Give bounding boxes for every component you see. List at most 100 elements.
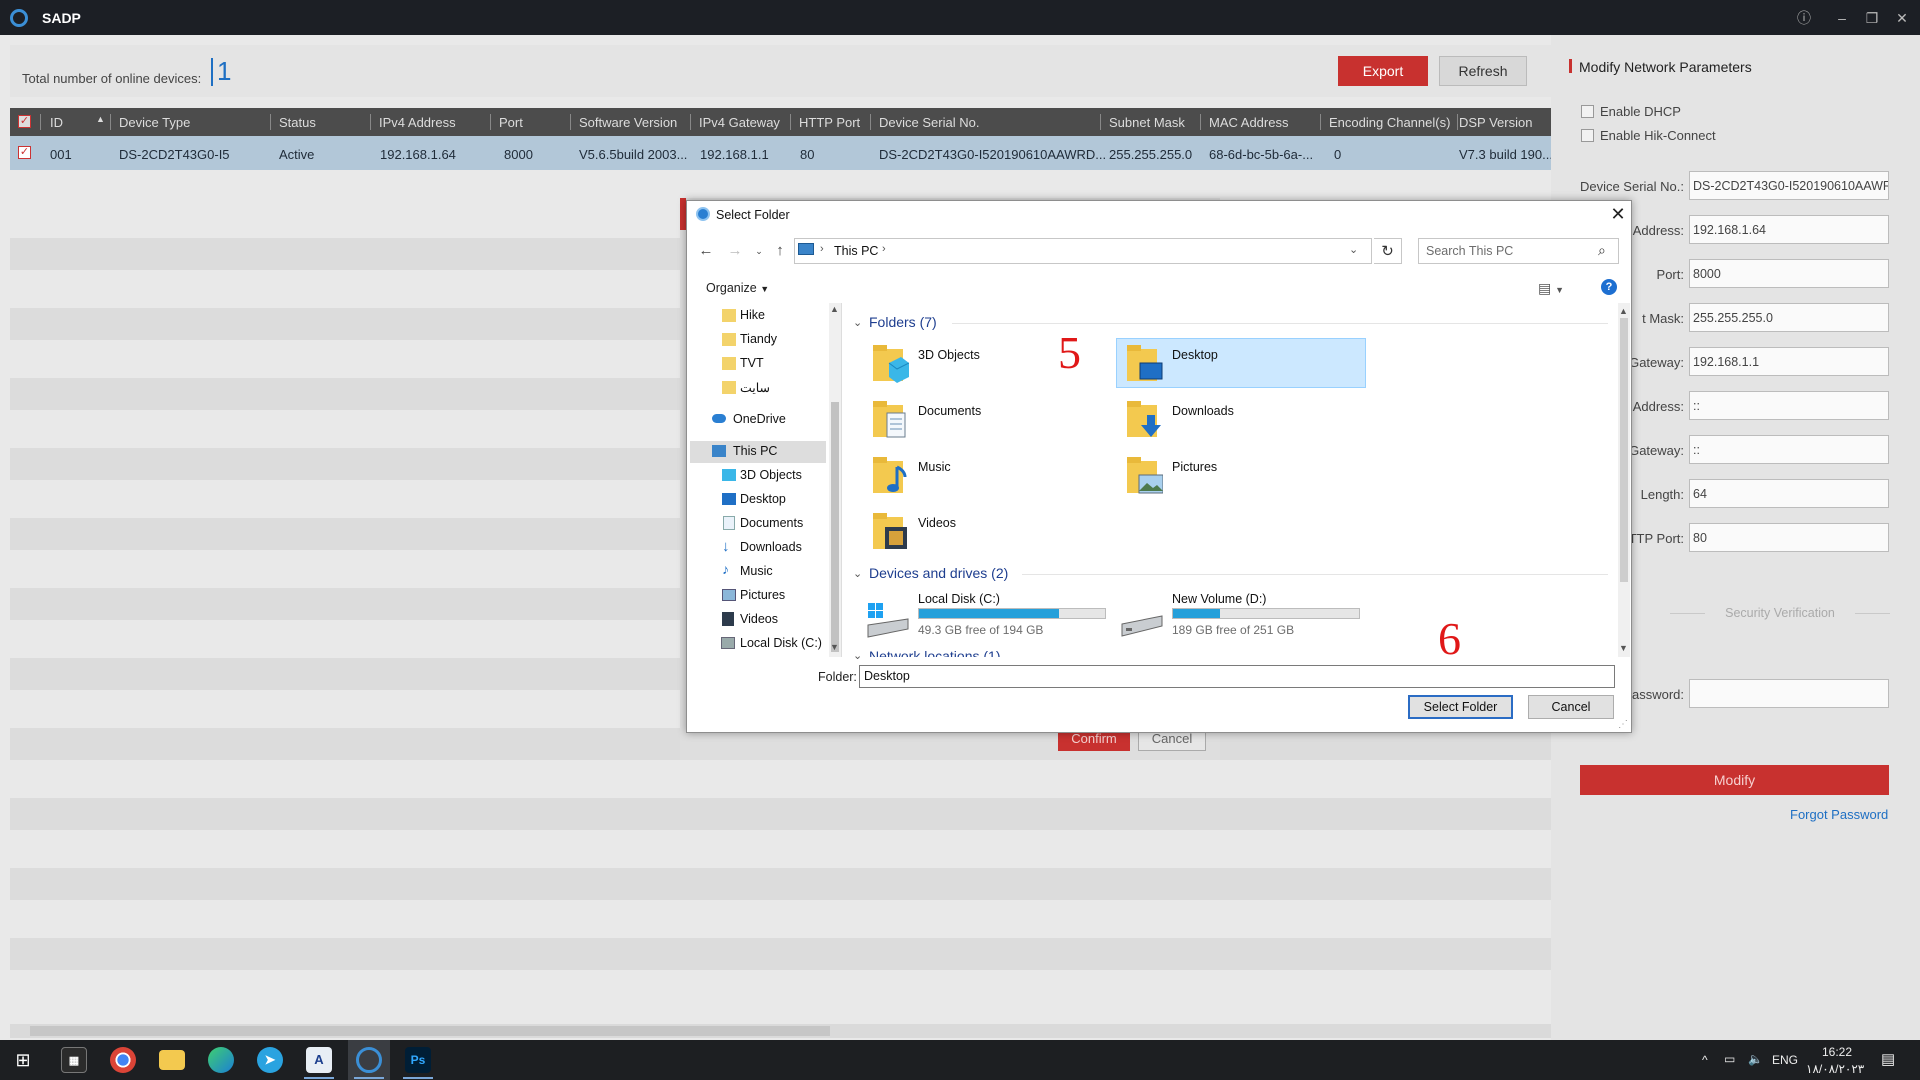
notifications-icon[interactable]: ▤ — [1881, 1050, 1895, 1068]
row-checkbox[interactable]: ✓ — [18, 146, 31, 159]
folder-documents[interactable]: Documents — [918, 404, 981, 418]
col-id[interactable]: ID — [50, 115, 63, 130]
table-row[interactable]: ✓ 001 DS-2CD2T43G0-I5 Active 192.168.1.6… — [10, 136, 1553, 170]
folder-3d-objects[interactable]: 3D Objects — [918, 348, 980, 362]
folder-name-input[interactable]: Desktop — [859, 665, 1615, 688]
port-field[interactable]: 8000 — [1689, 259, 1889, 288]
drive-c-name[interactable]: Local Disk (C:) — [918, 592, 1000, 606]
nav-item-tiandy[interactable]: Tiandy — [740, 332, 777, 346]
breadcrumb-chevron-icon[interactable]: › — [882, 243, 886, 255]
subnet-mask-field[interactable]: 255.255.255.0 — [1689, 303, 1889, 332]
nav-item-downloads[interactable]: Downloads — [740, 540, 802, 554]
chrome-icon[interactable] — [110, 1047, 136, 1073]
col-status[interactable]: Status — [279, 115, 316, 130]
close-app-icon[interactable]: ✕ — [1892, 8, 1912, 28]
minimize-icon[interactable]: – — [1832, 8, 1852, 28]
nav-item-tvt[interactable]: TVT — [740, 356, 764, 370]
nav-item-site[interactable]: سایت — [740, 380, 770, 395]
col-http-port[interactable]: HTTP Port — [799, 115, 860, 130]
nav-item-music[interactable]: Music — [740, 564, 773, 578]
tray-chevron-icon[interactable]: ^ — [1702, 1053, 1708, 1067]
select-all-checkbox[interactable]: ✓ — [18, 115, 31, 128]
scrollbar-thumb[interactable] — [30, 1026, 830, 1036]
view-options-icon[interactable]: ▤ ▼ — [1538, 280, 1564, 297]
nav-item-onedrive[interactable]: OneDrive — [733, 412, 786, 426]
folder-pictures[interactable]: Pictures — [1172, 460, 1217, 474]
breadcrumb-chevron-icon[interactable]: › — [820, 243, 824, 255]
col-device-type[interactable]: Device Type — [119, 115, 190, 130]
scroll-down-icon[interactable]: ▼ — [1619, 643, 1628, 653]
up-arrow-icon[interactable]: ↑ — [771, 242, 789, 260]
col-ipv4[interactable]: IPv4 Address — [379, 115, 456, 130]
nav-item-desktop[interactable]: Desktop — [740, 492, 786, 506]
col-port[interactable]: Port — [499, 115, 523, 130]
col-serial[interactable]: Device Serial No. — [879, 115, 979, 130]
refresh-button[interactable]: Refresh — [1439, 56, 1527, 86]
organize-menu[interactable]: Organize ▼ — [706, 281, 769, 295]
nav-item-3d-objects[interactable]: 3D Objects — [740, 468, 802, 482]
scroll-up-icon[interactable]: ▲ — [830, 304, 839, 314]
folder-music[interactable]: Music — [918, 460, 951, 474]
help-icon[interactable]: ? — [1601, 279, 1617, 295]
nav-item-this-pc[interactable]: This PC — [733, 444, 777, 458]
password-field[interactable] — [1689, 679, 1889, 708]
nav-item-pictures[interactable]: Pictures — [740, 588, 785, 602]
http-port-field[interactable]: 80 — [1689, 523, 1889, 552]
folders-group-title[interactable]: Folders (7) — [869, 314, 937, 330]
col-mac[interactable]: MAC Address — [1209, 115, 1288, 130]
nav-item-videos[interactable]: Videos — [740, 612, 778, 626]
ipv6-address-field[interactable]: :: — [1689, 391, 1889, 420]
edge-icon[interactable] — [208, 1047, 234, 1073]
volume-icon[interactable]: 🔈 — [1748, 1052, 1763, 1066]
info-icon[interactable]: ⓘ — [1794, 8, 1814, 28]
enable-hik-connect-checkbox[interactable] — [1581, 129, 1594, 142]
folder-videos[interactable]: Videos — [918, 516, 956, 530]
col-dsp[interactable]: DSP Version — [1459, 115, 1532, 130]
dialog-cancel-button[interactable]: Cancel — [1528, 695, 1614, 719]
folder-downloads[interactable]: Downloads — [1172, 404, 1234, 418]
collapse-chevron-icon[interactable]: ⌄ — [853, 649, 862, 662]
dialog-close-icon[interactable]: ✕ — [1607, 203, 1629, 225]
gateway-field[interactable]: 192.168.1.1 — [1689, 347, 1889, 376]
folder-desktop[interactable]: Desktop — [1172, 348, 1218, 362]
export-button[interactable]: Export — [1338, 56, 1428, 86]
serial-field[interactable]: DS-2CD2T43G0-I520190610AAWR — [1689, 171, 1889, 200]
drives-group-title[interactable]: Devices and drives (2) — [869, 565, 1008, 581]
file-explorer-icon[interactable] — [159, 1050, 185, 1070]
enable-dhcp-checkbox[interactable] — [1581, 105, 1594, 118]
resize-grip-icon[interactable]: ⋰ — [1618, 719, 1628, 730]
network-group-title[interactable]: Network locations (1) — [869, 648, 1001, 657]
main-scrollbar-thumb[interactable] — [1620, 318, 1628, 582]
sadp-taskbar-icon[interactable] — [356, 1047, 382, 1073]
refresh-icon[interactable]: ↻ — [1374, 238, 1402, 264]
ip-address-field[interactable]: 192.168.1.64 — [1689, 215, 1889, 244]
forgot-password-link[interactable]: Forgot Password — [1790, 807, 1888, 822]
prefix-length-field[interactable]: 64 — [1689, 479, 1889, 508]
ipv6-gateway-field[interactable]: :: — [1689, 435, 1889, 464]
select-folder-button[interactable]: Select Folder — [1408, 695, 1513, 719]
nav-item-local-disk[interactable]: Local Disk (C:) — [740, 636, 822, 650]
address-bar[interactable] — [794, 238, 1372, 264]
telegram-icon[interactable]: ➤ — [257, 1047, 283, 1073]
scroll-down-icon[interactable]: ▼ — [830, 642, 839, 652]
modify-button[interactable]: Modify — [1580, 765, 1889, 795]
network-icon[interactable]: ▭ — [1724, 1052, 1735, 1066]
windows-start-icon[interactable]: ⊞ — [10, 1047, 36, 1073]
collapse-chevron-icon[interactable]: ⌄ — [853, 567, 862, 580]
forward-arrow-icon[interactable]: → — [726, 242, 744, 260]
col-software-version[interactable]: Software Version — [579, 115, 677, 130]
clock-date[interactable]: ۱۸/۰۸/۲۰۲۳ — [1806, 1062, 1864, 1076]
recent-dropdown-icon[interactable]: ⌄ — [750, 242, 768, 260]
address-dropdown-icon[interactable]: ⌄ — [1349, 243, 1358, 256]
drive-d-name[interactable]: New Volume (D:) — [1172, 592, 1266, 606]
scroll-up-icon[interactable]: ▲ — [1619, 306, 1628, 316]
nav-item-hike[interactable]: Hike — [740, 308, 765, 322]
nav-item-documents[interactable]: Documents — [740, 516, 803, 530]
col-subnet[interactable]: Subnet Mask — [1109, 115, 1185, 130]
language-indicator[interactable]: ENG — [1772, 1053, 1798, 1067]
clock-time[interactable]: 16:22 — [1822, 1045, 1852, 1059]
back-arrow-icon[interactable]: ← — [697, 242, 715, 260]
collapse-chevron-icon[interactable]: ⌄ — [853, 316, 862, 329]
search-icon[interactable]: ⌕ — [1598, 242, 1614, 258]
app-icon[interactable]: A — [306, 1047, 332, 1073]
